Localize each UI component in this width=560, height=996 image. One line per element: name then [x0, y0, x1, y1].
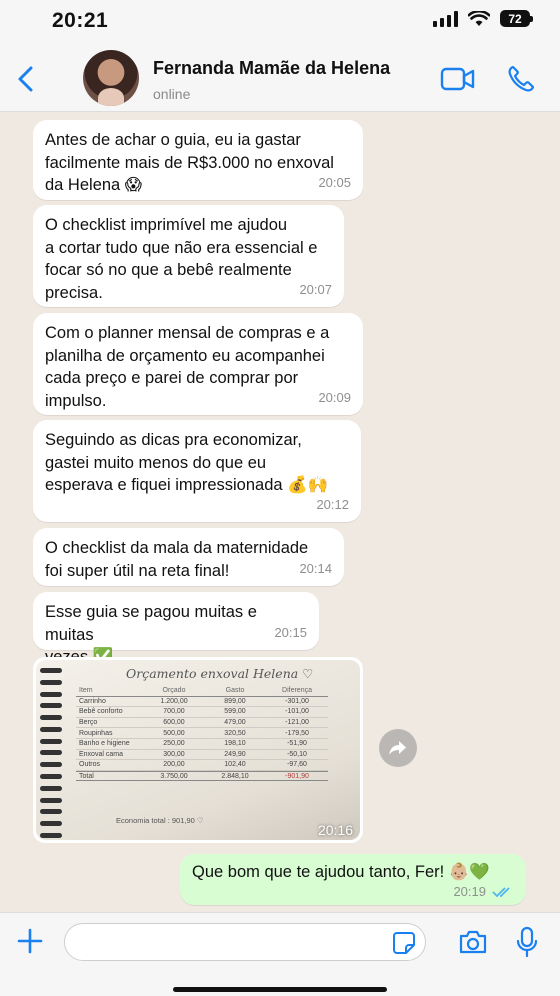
- table-header-row: Item Orçado Gasto Diferença: [76, 686, 328, 697]
- table-cell: 2.848,10: [221, 772, 249, 780]
- table-cell: 479,00: [224, 719, 246, 727]
- budget-photo: Orçamento enxoval Helena ♡ Item Orçado G…: [36, 660, 360, 840]
- message-bubble[interactable]: O checklist imprimível me ajudou a corta…: [33, 205, 344, 307]
- forward-button[interactable]: [379, 729, 417, 767]
- table-cell: -50,10: [287, 750, 307, 758]
- message-time: 20:15: [274, 624, 307, 640]
- table-cell: 599,00: [224, 708, 246, 716]
- message-text: Antes de achar o guia, eu ia gastar faci…: [45, 131, 334, 194]
- video-call-button[interactable]: [440, 66, 476, 92]
- table-row: Banho e higiene 250,00 198,10 -51,90: [76, 739, 328, 750]
- signal-icon: [433, 10, 458, 27]
- table-cell: 249,90: [224, 750, 246, 758]
- economy-total: Economia total : 901,90 ♡: [116, 816, 204, 825]
- table-cell: 700,00: [163, 708, 185, 716]
- table-cell: Berço: [79, 719, 98, 727]
- message-list: Antes de achar o guia, eu ia gastar faci…: [0, 112, 560, 912]
- table-cell: 1.200,00: [160, 697, 188, 705]
- message-text: Seguindo as dicas pra economizar, gastei…: [45, 431, 329, 494]
- table-cell: 102,40: [224, 761, 246, 769]
- table-cell: -179,50: [285, 729, 309, 737]
- table-cell: 600,00: [163, 719, 185, 727]
- notebook-spiral: [40, 668, 64, 838]
- table-cell: Roupinhas: [79, 729, 113, 737]
- wifi-icon: [468, 10, 490, 26]
- battery-icon: 72: [500, 10, 533, 27]
- table-cell: 899,00: [224, 697, 246, 705]
- table-cell: 198,10: [224, 740, 246, 748]
- table-cell: 320,50: [224, 729, 246, 737]
- table-header-cell: Orçado: [162, 687, 186, 695]
- table-cell: 300,00: [163, 750, 185, 758]
- message-time: 20:05: [318, 174, 351, 190]
- table-cell: Banho e higiene: [79, 740, 130, 748]
- contact-name[interactable]: Fernanda Mamãe da Helena: [153, 58, 390, 79]
- image-message[interactable]: Orçamento enxoval Helena ♡ Item Orçado G…: [33, 657, 363, 843]
- message-bubble[interactable]: Esse guia se pagou muitas e muitas vezes…: [33, 592, 319, 666]
- message-text: O checklist imprimível me ajudou a corta…: [45, 216, 318, 302]
- status-bar: 20:21 72: [0, 0, 560, 44]
- table-row: Bebê conforto 700,00 599,00 -101,00: [76, 707, 328, 718]
- battery-level: 72: [508, 11, 522, 26]
- table-row: Berço 600,00 479,00 -121,00: [76, 718, 328, 729]
- table-cell: 200,00: [163, 761, 185, 769]
- table-header-cell: Item: [79, 687, 93, 695]
- microphone-button[interactable]: [516, 926, 538, 958]
- table-cell: Total: [79, 772, 94, 780]
- table-header-cell: Gasto: [225, 687, 245, 695]
- table-cell: -101,00: [285, 708, 309, 716]
- message-time: 20:12: [316, 496, 349, 512]
- table-cell: Bebê conforto: [79, 708, 123, 716]
- forward-icon: [389, 741, 406, 755]
- message-bubble[interactable]: Seguindo as dicas pra economizar, gastei…: [33, 420, 361, 522]
- table-row: Carrinho 1.200,00 899,00 -301,00: [76, 697, 328, 708]
- outgoing-message-bubble[interactable]: Que bom que te ajudou tanto, Fer! 👶🏼💚 20…: [180, 854, 526, 905]
- message-bubble[interactable]: Antes de achar o guia, eu ia gastar faci…: [33, 120, 363, 200]
- sticker-button[interactable]: [392, 931, 416, 955]
- message-text: Com o planner mensal de compras e a plan…: [45, 324, 330, 410]
- chat-header: Fernanda Mamãe da Helena online: [0, 44, 560, 112]
- table-cell: -51,90: [287, 740, 307, 748]
- message-bubble[interactable]: O checklist da mala da maternidade foi s…: [33, 528, 344, 586]
- read-receipt-icon: [492, 887, 510, 898]
- table-cell: -901,90: [285, 772, 309, 780]
- table-row: Outros 200,00 102,40 -97,60: [76, 760, 328, 771]
- message-text: Que bom que te ajudou tanto, Fer! 👶🏼💚: [192, 863, 490, 881]
- message-time: 20:09: [318, 389, 351, 405]
- camera-button[interactable]: [458, 929, 488, 955]
- table-header-cell: Diferença: [282, 687, 312, 695]
- table-total-row: Total 3.750,00 2.848,10 -901,90: [76, 770, 328, 782]
- message-bubble[interactable]: Com o planner mensal de compras e a plan…: [33, 313, 363, 415]
- back-button[interactable]: [12, 64, 42, 94]
- table-cell: -301,00: [285, 697, 309, 705]
- table-cell: 3.750,00: [160, 772, 188, 780]
- contact-status: online: [153, 86, 191, 102]
- message-time: 20:16: [317, 822, 353, 838]
- table-cell: Outros: [79, 761, 101, 769]
- message-time: 20:19: [453, 884, 486, 899]
- status-icons: 72: [433, 10, 533, 27]
- table-row: Roupinhas 500,00 320,50 -179,50: [76, 728, 328, 739]
- voice-call-button[interactable]: [506, 64, 536, 94]
- budget-table: Item Orçado Gasto Diferença Carrinho 1.2…: [76, 686, 328, 782]
- table-cell: 500,00: [163, 729, 185, 737]
- table-cell: -121,00: [285, 719, 309, 727]
- message-time: 20:14: [299, 560, 332, 576]
- status-time: 20:21: [52, 9, 109, 32]
- message-time: 20:07: [299, 281, 332, 297]
- table-cell: -97,60: [287, 761, 307, 769]
- home-indicator: [173, 987, 387, 992]
- table-cell: Carrinho: [79, 697, 106, 705]
- attach-button[interactable]: [16, 927, 44, 955]
- composer-bar: [0, 912, 560, 996]
- table-row: Enxoval cama 300,00 249,90 -50,10: [76, 750, 328, 761]
- message-text: O checklist da mala da maternidade foi s…: [45, 539, 309, 580]
- avatar[interactable]: [83, 50, 139, 106]
- table-cell: 250,00: [163, 740, 185, 748]
- message-input[interactable]: [64, 923, 426, 961]
- table-cell: Enxoval cama: [79, 750, 123, 758]
- budget-title: Orçamento enxoval Helena ♡: [126, 666, 314, 681]
